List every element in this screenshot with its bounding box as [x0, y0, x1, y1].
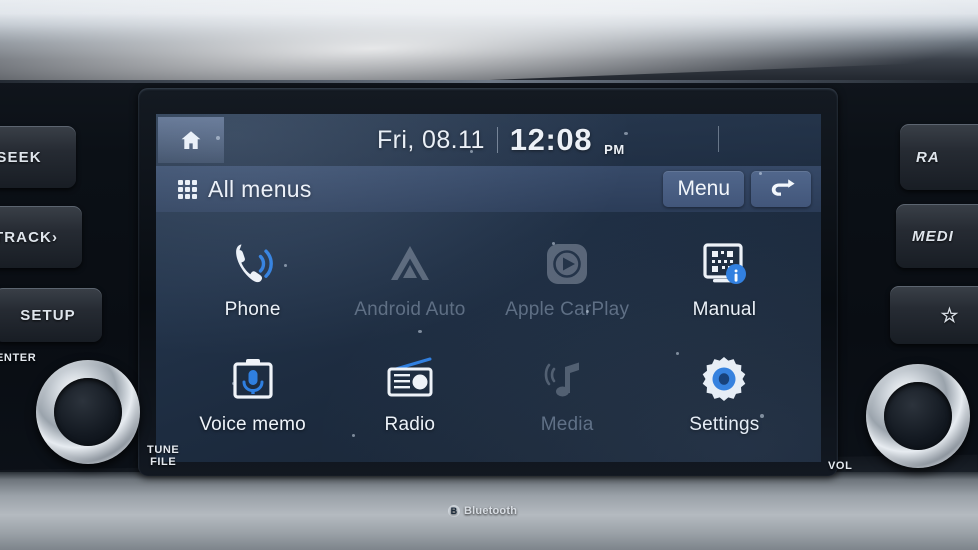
- touchscreen-display[interactable]: Fri, 08.11 12:08 PM All menus Menu Phone…: [156, 114, 821, 462]
- app-manual[interactable]: Manual: [646, 222, 803, 337]
- head-unit-scene: B Bluetooth Fri, 08.11 12:08 PM All menu…: [0, 0, 978, 550]
- datetime-display: Fri, 08.11 12:08 PM: [286, 116, 716, 164]
- media-hard-button[interactable]: MEDI: [896, 204, 978, 268]
- favourite-star-button[interactable]: ☆: [890, 286, 978, 344]
- tune-label-line2: FILE: [150, 456, 177, 468]
- app-settings[interactable]: Settings: [646, 337, 803, 452]
- grid-icon: [178, 179, 197, 199]
- seek-button[interactable]: SEEK: [0, 126, 76, 188]
- tune-file-knob[interactable]: [36, 360, 140, 464]
- manual-qr-icon: [703, 243, 747, 284]
- enter-label: ENTER: [0, 352, 37, 364]
- app-voice-memo[interactable]: Voice memo: [174, 337, 331, 452]
- radio-icon: [387, 357, 433, 397]
- media-note-icon: [544, 362, 580, 397]
- tune-label-line1: TUNE: [147, 444, 180, 456]
- status-bar: Fri, 08.11 12:08 PM: [156, 114, 821, 166]
- app-label: Settings: [689, 414, 760, 435]
- app-apple-carplay[interactable]: Apple CarPlay: [489, 222, 646, 337]
- apple-carplay-icon: [547, 244, 588, 284]
- voice-memo-icon: [233, 359, 273, 399]
- app-radio[interactable]: Radio: [331, 337, 488, 452]
- menu-button[interactable]: Menu: [663, 171, 744, 207]
- vol-label: VOL: [828, 460, 853, 472]
- home-icon: [181, 131, 201, 149]
- app-label: Phone: [224, 299, 281, 320]
- home-button[interactable]: [158, 117, 224, 163]
- app-label: Radio: [384, 414, 436, 435]
- status-end-divider: [718, 126, 719, 152]
- android-auto-icon: [390, 246, 429, 280]
- track-button[interactable]: TRACK›: [0, 206, 82, 268]
- back-arrow-icon: [771, 179, 795, 196]
- app-android-auto[interactable]: Android Auto: [331, 222, 488, 337]
- radio-hard-button[interactable]: RA: [900, 124, 978, 190]
- page-title: All menus: [208, 175, 312, 202]
- app-label: Media: [540, 414, 594, 435]
- bluetooth-label: Bluetooth: [464, 505, 518, 517]
- title-bar: All menus Menu: [156, 166, 821, 212]
- star-icon: ☆: [940, 304, 960, 327]
- app-label: Voice memo: [199, 414, 306, 435]
- tune-file-label: TUNE FILE: [147, 444, 179, 468]
- app-grid: Phone Android Auto Apple CarPlay Manual …: [156, 218, 821, 462]
- app-phone[interactable]: Phone: [174, 222, 331, 337]
- title-actions: Menu: [663, 171, 821, 207]
- phone-icon: [235, 244, 273, 283]
- app-media[interactable]: Media: [489, 337, 646, 452]
- clock-divider: [496, 127, 498, 153]
- bluetooth-icon: B: [448, 505, 460, 517]
- bluetooth-badge: B Bluetooth: [448, 505, 517, 517]
- setup-button[interactable]: SETUP: [0, 288, 102, 342]
- ampm-label: PM: [604, 142, 625, 157]
- back-button[interactable]: [751, 171, 811, 207]
- app-label: Apple CarPlay: [505, 299, 630, 320]
- app-label: Manual: [692, 299, 757, 320]
- settings-gear-icon: [703, 357, 746, 401]
- date-label: Fri, 08.11: [377, 125, 485, 154]
- app-label: Android Auto: [354, 299, 466, 320]
- volume-knob[interactable]: [866, 364, 970, 468]
- time-label: 12:08: [509, 122, 593, 157]
